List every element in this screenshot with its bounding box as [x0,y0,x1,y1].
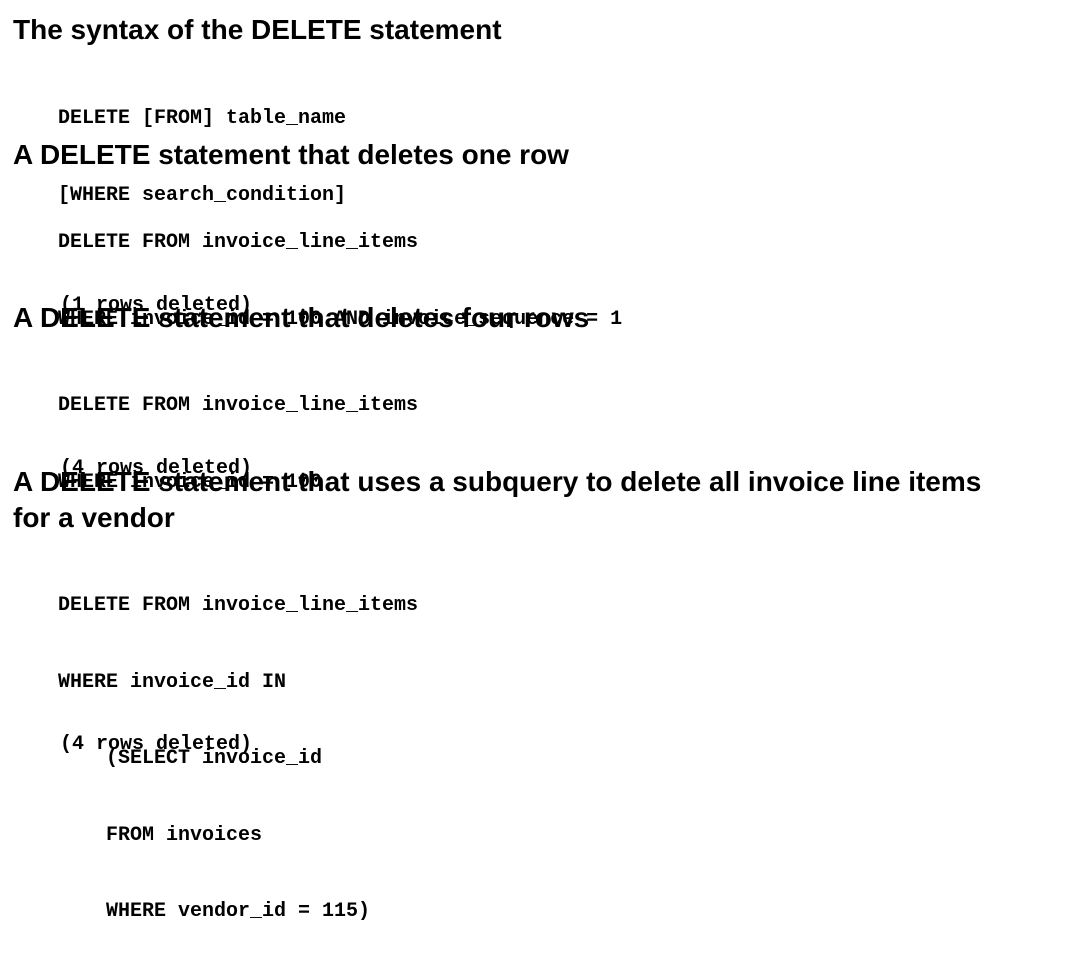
section-heading-subquery-line-1: A DELETE statement that uses a subquery … [13,466,982,497]
code-line: FROM invoices [58,823,263,847]
section-heading-one-row: A DELETE statement that deletes one row [13,139,569,170]
result-text: (4 rows deleted) [60,733,253,756]
code-line: DELETE FROM invoice_line_items [58,594,419,617]
result-subquery: (4 rows deleted) [60,682,252,807]
section-heading-four-rows: A DELETE statement that deletes four row… [13,302,590,333]
section-heading-syntax: The syntax of the DELETE statement [13,14,502,45]
page: The syntax of the DELETE statement DELET… [0,0,1069,923]
section-heading-subquery-line-2: for a vendor [13,502,175,533]
code-line: DELETE [FROM] table_name [58,107,347,130]
code-line: WHERE vendor_id = 115) [58,900,371,923]
